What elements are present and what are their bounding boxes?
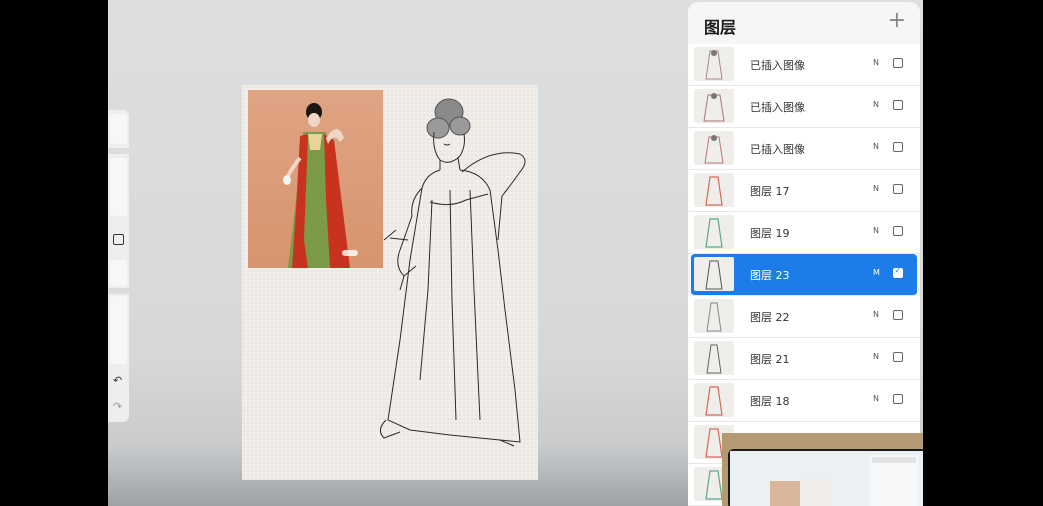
left-sidebar: ↶ ↷ — [108, 110, 129, 422]
layer-name: 图层 19 — [750, 227, 790, 240]
layer-row[interactable]: 已插入图像 N — [688, 44, 920, 86]
layer-visibility-checkbox[interactable] — [893, 184, 903, 194]
layer-name: 图层 23 — [750, 269, 790, 282]
layer-row[interactable]: 图层 19 N — [688, 212, 920, 254]
reference-photo[interactable] — [248, 90, 383, 268]
slider-divider — [108, 148, 129, 154]
brush-size-slider-upper[interactable] — [110, 114, 127, 144]
checkmark-icon: ✓ — [894, 266, 902, 275]
blend-mode-label[interactable]: N — [873, 100, 879, 109]
square-icon[interactable] — [113, 234, 124, 245]
layer-thumbnail — [694, 383, 734, 417]
layer-visibility-checkbox[interactable] — [893, 58, 903, 68]
layer-thumbnail — [694, 89, 734, 123]
blend-mode-label[interactable]: N — [873, 142, 879, 151]
layer-row[interactable]: 图层 21 N — [688, 338, 920, 380]
layer-name: 图层 21 — [750, 353, 790, 366]
layer-name: 已插入图像 — [750, 59, 805, 72]
blend-mode-label[interactable]: N — [873, 184, 879, 193]
layer-visibility-checkbox[interactable] — [893, 394, 903, 404]
layer-row[interactable]: 已插入图像 N — [688, 128, 920, 170]
blend-mode-label[interactable]: N — [873, 394, 879, 403]
layer-name: 图层 18 — [750, 395, 790, 408]
layer-name: 已插入图像 — [750, 143, 805, 156]
blend-mode-label[interactable]: N — [873, 352, 879, 361]
blend-mode-label[interactable]: M — [873, 268, 880, 277]
layer-visibility-checkbox[interactable] — [893, 226, 903, 236]
layers-panel: 图层 + 已插入图像 N 已插入图像 N 已插入图像 N 图层 17 N 图层 … — [688, 2, 920, 506]
line-art-sketch — [380, 98, 526, 447]
opacity-slider-upper[interactable] — [110, 260, 127, 286]
brush-size-slider[interactable] — [110, 158, 127, 216]
blend-mode-label[interactable]: N — [873, 310, 879, 319]
layer-visibility-checkbox[interactable] — [893, 310, 903, 320]
opacity-slider[interactable] — [110, 296, 127, 364]
layer-visibility-checkbox[interactable] — [893, 100, 903, 110]
webcam-overlay — [722, 433, 923, 506]
layer-thumbnail — [694, 131, 734, 165]
webcam-tablet-screen — [728, 449, 923, 506]
layer-thumbnail — [694, 257, 734, 291]
layer-thumbnail — [694, 341, 734, 375]
layer-name: 图层 22 — [750, 311, 790, 324]
layer-name: 图层 17 — [750, 185, 790, 198]
slider-divider — [108, 288, 129, 294]
layer-row-selected[interactable]: 图层 23 M ✓ — [691, 254, 917, 296]
layer-visibility-checkbox[interactable] — [893, 352, 903, 362]
layers-panel-title: 图层 — [704, 18, 737, 37]
redo-icon[interactable]: ↷ — [113, 401, 122, 412]
add-layer-button[interactable]: + — [888, 10, 906, 32]
layer-row[interactable]: 已插入图像 N — [688, 86, 920, 128]
layer-visibility-checkbox[interactable]: ✓ — [893, 266, 903, 278]
undo-icon[interactable]: ↶ — [113, 375, 122, 386]
layer-row[interactable]: 图层 22 N — [688, 296, 920, 338]
layer-row[interactable]: 图层 18 N — [688, 380, 920, 422]
blend-mode-label[interactable]: N — [873, 58, 879, 67]
layer-name: 已插入图像 — [750, 101, 805, 114]
layer-visibility-checkbox[interactable] — [893, 142, 903, 152]
blend-mode-label[interactable]: N — [873, 226, 879, 235]
layer-thumbnail — [694, 215, 734, 249]
reference-photo-figure — [283, 103, 358, 268]
layer-row[interactable]: 图层 17 N — [688, 170, 920, 212]
layer-thumbnail — [694, 47, 734, 81]
layer-thumbnail — [694, 173, 734, 207]
layer-thumbnail — [694, 299, 734, 333]
webcam-screen-content — [730, 451, 923, 506]
